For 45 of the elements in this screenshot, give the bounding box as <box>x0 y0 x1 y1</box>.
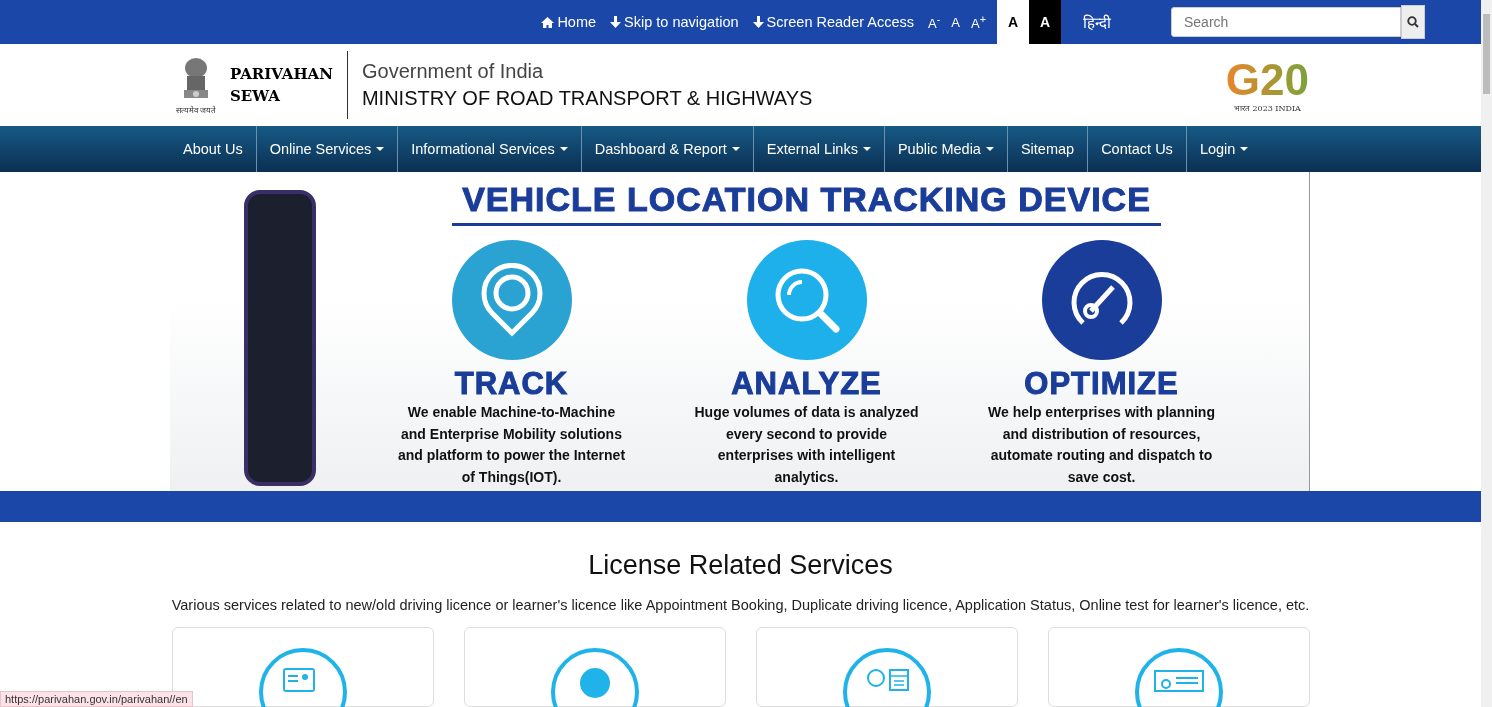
feature-title: TRACK <box>454 366 569 403</box>
section-title: License Related Services <box>588 550 893 581</box>
brand-name: SEWA <box>230 86 281 108</box>
section-description: Various services related to new/old driving licence or learner's licence like Appointment Booking, Duplicate driving licence, Application Status, Online test for learner's licence, etc. <box>171 597 1310 613</box>
language-link[interactable]: हिन्दी <box>1083 12 1111 32</box>
banner-title: VEHICLE LOCATION TRACKING DEVICE <box>452 180 1161 227</box>
feature-title: ANALYZE <box>731 366 882 403</box>
contrast-button[interactable]: A <box>997 0 1029 44</box>
location-pin-icon <box>479 263 544 338</box>
service-card[interactable] <box>1047 627 1310 707</box>
feature-title: OPTIMIZE <box>1024 366 1179 403</box>
font-size-link[interactable]: A$^{+}$ <box>971 12 986 32</box>
home-icon <box>541 16 555 28</box>
service-card[interactable] <box>755 627 1018 707</box>
feature-text: We help enterprises with planning and distribution of resources, automate routing and dispatch to save cost. <box>987 403 1216 487</box>
contrast-button[interactable]: A <box>1029 0 1061 44</box>
feature-text: Huge volumes of data is analyzed every second to provide enterprises with intelligent analytics. <box>693 403 920 487</box>
emblem-motto: सत्यमेव जयते <box>175 104 217 115</box>
font-size-link[interactable]: A <box>951 14 960 30</box>
top-link[interactable]: Screen Reader Access <box>752 14 915 30</box>
down-arrow-icon <box>610 16 622 28</box>
caret-icon <box>862 147 871 152</box>
caret-icon <box>985 147 994 152</box>
certificate-icon <box>1153 668 1204 692</box>
status-url: https://parivahan.gov.in/parivahan//en <box>0 691 193 707</box>
caret-icon <box>559 147 568 152</box>
scrollbar[interactable] <box>1481 0 1492 707</box>
g20-caption: भारत 2023 INDIA <box>1233 102 1301 113</box>
down-arrow-icon <box>752 16 764 28</box>
font-size-link[interactable]: A$^{-}$ <box>928 12 941 32</box>
caret-icon <box>376 147 385 152</box>
ministry-title: MINISTRY OF ROAD TRANSPORT & HIGHWAYS <box>361 87 813 111</box>
top-link[interactable]: Home <box>541 14 597 30</box>
nav-menu-item[interactable]: Login <box>1186 126 1262 173</box>
brand-name: PARIVAHAN <box>230 64 333 86</box>
search-icon <box>773 267 840 334</box>
feature-text: We enable Machine-to-Machine and Enterprise Mobility solutions and platform to power the Internet of Things(IOT). <box>396 403 627 487</box>
search-button[interactable] <box>1401 5 1425 39</box>
caret-icon <box>1240 147 1249 152</box>
service-card[interactable] <box>463 627 726 707</box>
search-icon <box>1407 16 1419 28</box>
government-title: Government of India <box>361 60 545 84</box>
top-link[interactable]: Skip to navigation <box>610 14 739 30</box>
caret-icon <box>731 147 740 152</box>
search-field[interactable]: Search <box>1171 7 1401 37</box>
